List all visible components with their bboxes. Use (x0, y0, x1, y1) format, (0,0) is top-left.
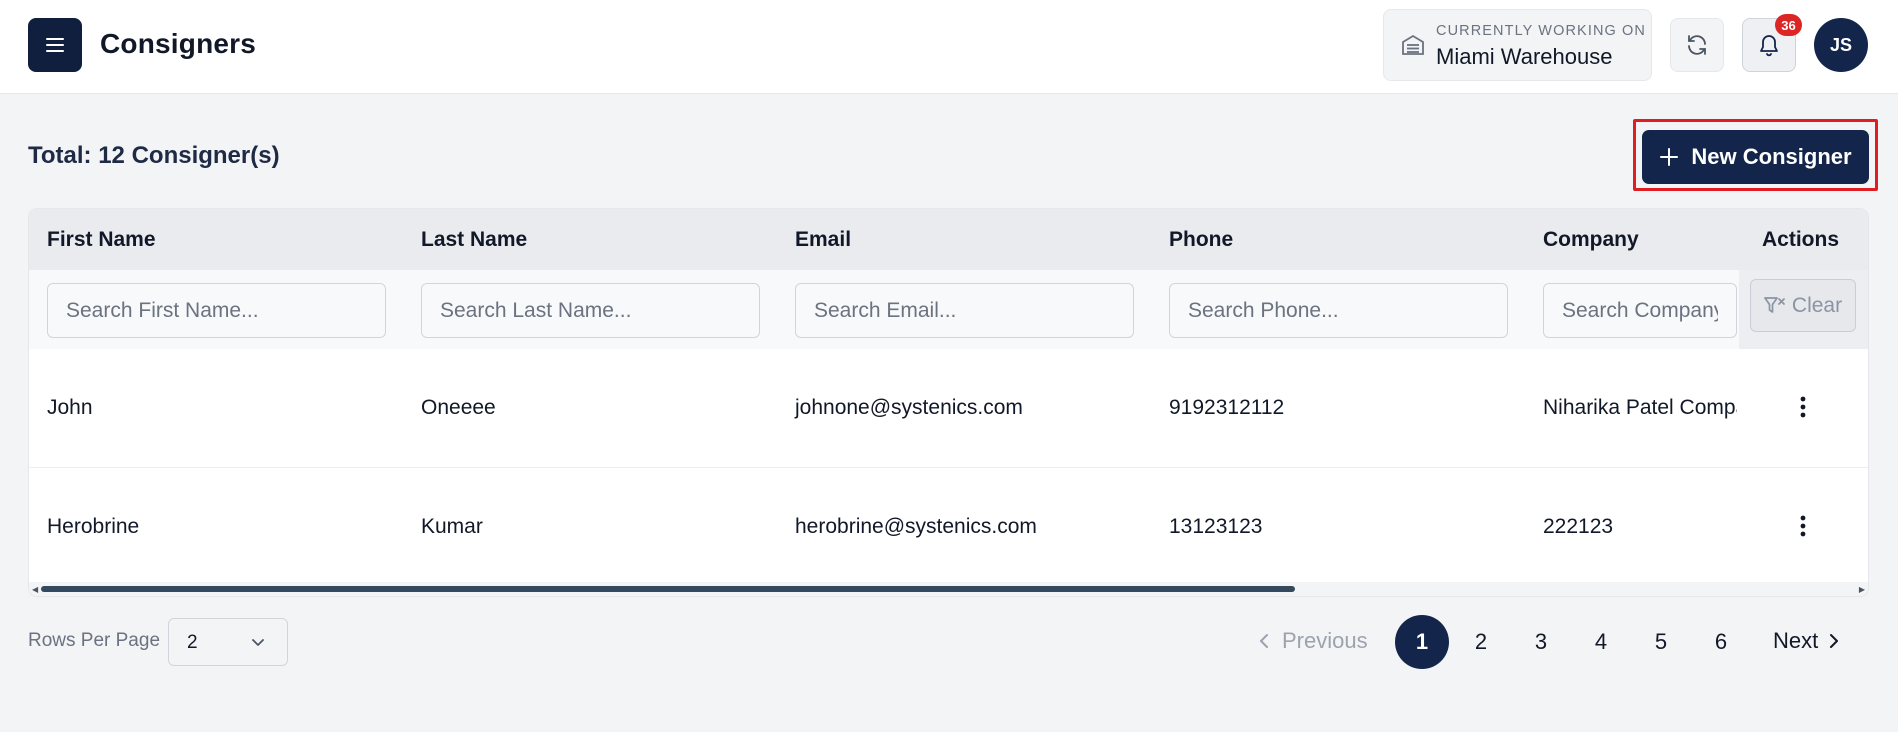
first-name-search-input[interactable] (47, 283, 386, 338)
page-button-6[interactable]: 6 (1694, 615, 1748, 669)
workspace-value: Miami Warehouse (1436, 44, 1613, 69)
scroll-right-icon[interactable]: ▶ (1859, 585, 1865, 594)
previous-page-button[interactable]: Previous (1258, 628, 1368, 654)
page-button-2[interactable]: 2 (1454, 615, 1508, 669)
refresh-icon (1688, 35, 1706, 55)
table-row[interactable]: John Oneeee johnone@systenics.com 919231… (29, 349, 1868, 468)
chevron-right-icon (1830, 634, 1839, 648)
rows-per-page-label: Rows Per Page (28, 630, 161, 651)
cell-email: johnone@systenics.com (795, 396, 1023, 419)
refresh-button[interactable] (1670, 18, 1724, 72)
chevron-down-icon (252, 639, 264, 646)
horizontal-scrollbar[interactable]: ◀ ▶ (29, 582, 1868, 596)
new-consigner-button[interactable]: New Consigner (1642, 130, 1869, 184)
rows-per-page-select[interactable]: 2 (168, 618, 288, 666)
page-button-1[interactable]: 1 (1395, 615, 1449, 669)
chevron-left-icon (1260, 634, 1268, 648)
clear-filters-button[interactable]: Clear (1750, 279, 1856, 332)
company-search-input[interactable] (1543, 283, 1737, 338)
plus-icon (1660, 148, 1679, 166)
new-consigner-label: New Consigner (1691, 144, 1852, 169)
top-bar: Consigners CURRENTLY WORKING ON Miami Wa… (0, 0, 1898, 94)
column-header-company[interactable]: Company (1543, 228, 1639, 252)
column-header-first-name[interactable]: First Name (47, 228, 156, 252)
previous-label: Previous (1282, 628, 1368, 653)
user-avatar[interactable]: JS (1814, 18, 1868, 72)
notification-badge: 36 (1775, 14, 1802, 36)
filter-x-icon (1764, 296, 1785, 313)
table-row[interactable]: Herobrine Kumar herobrine@systenics.com … (29, 468, 1868, 587)
column-header-actions: Actions (1762, 228, 1840, 251)
scroll-left-icon[interactable]: ◀ (32, 585, 38, 594)
column-header-last-name[interactable]: Last Name (421, 228, 527, 252)
scrollbar-thumb[interactable] (41, 586, 1295, 592)
column-header-email[interactable]: Email (795, 228, 851, 252)
cell-last-name: Oneeee (421, 396, 496, 419)
page-button-3[interactable]: 3 (1514, 615, 1568, 669)
menu-icon (46, 38, 64, 52)
kebab-icon (1800, 515, 1806, 537)
last-name-search-input[interactable] (421, 283, 760, 338)
phone-search-input[interactable] (1169, 283, 1508, 338)
workspace-label: CURRENTLY WORKING ON (1436, 23, 1646, 39)
email-search-input[interactable] (795, 283, 1134, 338)
next-label: Next (1773, 628, 1819, 653)
table-header: First Name Last Name Email Phone Company… (29, 209, 1868, 270)
bell-icon (1760, 35, 1778, 57)
total-count: Total: 12 Consigner(s) (28, 142, 280, 169)
next-page-button[interactable]: Next (1773, 628, 1840, 654)
row-actions-button[interactable] (1791, 510, 1815, 542)
page-button-4[interactable]: 4 (1574, 615, 1628, 669)
cell-company: Niharika Patel Company (1543, 396, 1737, 419)
column-header-phone[interactable]: Phone (1169, 228, 1233, 252)
warehouse-icon (1402, 34, 1424, 55)
page-title: Consigners (100, 28, 257, 59)
cell-company: 222123 (1543, 515, 1614, 538)
cell-first-name: Herobrine (47, 515, 140, 538)
rows-per-page-value: 2 (187, 632, 198, 653)
cell-first-name: John (47, 396, 93, 419)
workspace-selector[interactable]: CURRENTLY WORKING ON Miami Warehouse (1383, 9, 1652, 81)
cell-email: herobrine@systenics.com (795, 515, 1037, 538)
cell-phone: 13123123 (1169, 515, 1263, 538)
menu-button[interactable] (28, 18, 82, 72)
consigners-table: First Name Last Name Email Phone Company… (28, 208, 1869, 597)
row-actions-button[interactable] (1791, 391, 1815, 423)
filter-row (29, 270, 1868, 357)
clear-filters-label: Clear (1791, 293, 1843, 317)
kebab-icon (1800, 396, 1806, 418)
cell-phone: 9192312112 (1169, 396, 1285, 419)
cell-last-name: Kumar (421, 515, 483, 538)
page-button-5[interactable]: 5 (1634, 615, 1688, 669)
